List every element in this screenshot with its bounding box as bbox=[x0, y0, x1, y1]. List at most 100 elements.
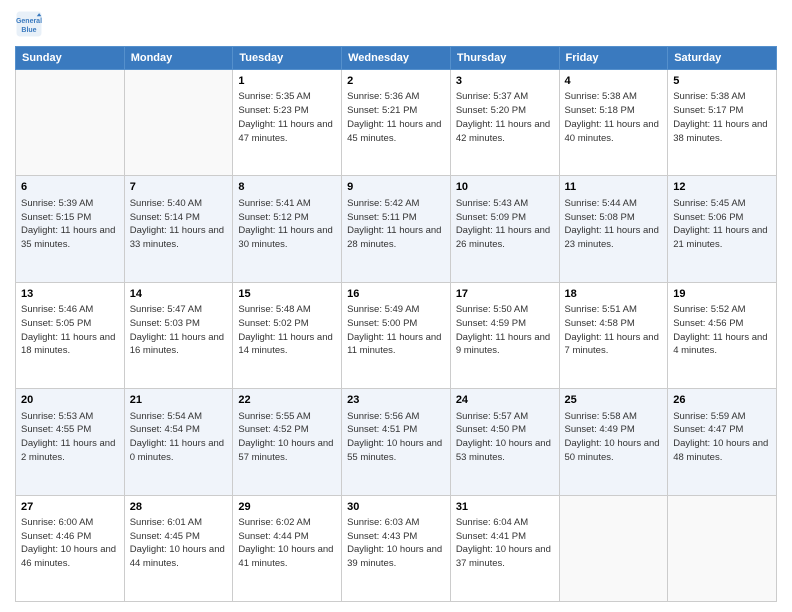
day-number: 4 bbox=[565, 74, 663, 89]
week-row-5: 27Sunrise: 6:00 AM Sunset: 4:46 PM Dayli… bbox=[16, 495, 777, 601]
weekday-header-row: SundayMondayTuesdayWednesdayThursdayFrid… bbox=[16, 47, 777, 70]
day-number: 15 bbox=[238, 287, 336, 302]
week-row-2: 6 Sunrise: 5:39 AM Sunset: 5:15 PM Daylig… bbox=[16, 176, 777, 282]
day-cell: 22 Sunrise: 5:55 AM Sunset: 4:52 PM Dayli… bbox=[233, 389, 342, 495]
calendar: SundayMondayTuesdayWednesdayThursdayFrid… bbox=[15, 46, 777, 602]
day-number: 16 bbox=[347, 287, 445, 302]
day-number: 27 bbox=[21, 500, 119, 515]
day-info: Sunrise: 5:42 AM Sunset: 5:11 PM Dayligh… bbox=[347, 197, 445, 252]
day-cell: 6 Sunrise: 5:39 AM Sunset: 5:15 PM Daylig… bbox=[16, 176, 125, 282]
day-info: Sunrise: 5:40 AM Sunset: 5:14 PM Dayligh… bbox=[130, 197, 228, 252]
day-number: 25 bbox=[565, 393, 663, 408]
day-cell: 11Sunrise: 5:44 AM Sunset: 5:08 PM Dayli… bbox=[559, 176, 668, 282]
weekday-header-tuesday: Tuesday bbox=[233, 47, 342, 70]
day-info: Sunrise: 5:49 AM Sunset: 5:00 PM Dayligh… bbox=[347, 303, 445, 358]
day-info: Sunrise: 5:35 AM Sunset: 5:23 PM Dayligh… bbox=[238, 90, 336, 145]
day-cell: 19Sunrise: 5:52 AM Sunset: 4:56 PM Dayli… bbox=[668, 282, 777, 388]
day-info: Sunrise: 5:47 AM Sunset: 5:03 PM Dayligh… bbox=[130, 303, 228, 358]
weekday-header-friday: Friday bbox=[559, 47, 668, 70]
day-number: 21 bbox=[130, 393, 228, 408]
day-number: 29 bbox=[238, 500, 336, 515]
day-cell: 4Sunrise: 5:38 AM Sunset: 5:18 PM Daylig… bbox=[559, 70, 668, 176]
day-info: Sunrise: 5:50 AM Sunset: 4:59 PM Dayligh… bbox=[456, 303, 554, 358]
day-info: Sunrise: 5:55 AM Sunset: 4:52 PM Dayligh… bbox=[238, 410, 336, 465]
day-cell: 29Sunrise: 6:02 AM Sunset: 4:44 PM Dayli… bbox=[233, 495, 342, 601]
day-info: Sunrise: 5:41 AM Sunset: 5:12 PM Dayligh… bbox=[238, 197, 336, 252]
day-number: 24 bbox=[456, 393, 554, 408]
day-cell: 2Sunrise: 5:36 AM Sunset: 5:21 PM Daylig… bbox=[342, 70, 451, 176]
day-info: Sunrise: 5:44 AM Sunset: 5:08 PM Dayligh… bbox=[565, 197, 663, 252]
day-cell: 16Sunrise: 5:49 AM Sunset: 5:00 PM Dayli… bbox=[342, 282, 451, 388]
day-number: 30 bbox=[347, 500, 445, 515]
day-info: Sunrise: 5:51 AM Sunset: 4:58 PM Dayligh… bbox=[565, 303, 663, 358]
svg-text:General: General bbox=[16, 18, 42, 25]
day-info: Sunrise: 5:43 AM Sunset: 5:09 PM Dayligh… bbox=[456, 197, 554, 252]
day-number: 17 bbox=[456, 287, 554, 302]
header: General Blue bbox=[15, 10, 777, 38]
day-cell bbox=[124, 70, 233, 176]
day-cell: 12Sunrise: 5:45 AM Sunset: 5:06 PM Dayli… bbox=[668, 176, 777, 282]
page: General Blue SundayMondayTuesdayWednesda… bbox=[0, 0, 792, 612]
day-number: 22 bbox=[238, 393, 336, 408]
day-cell: 17Sunrise: 5:50 AM Sunset: 4:59 PM Dayli… bbox=[450, 282, 559, 388]
logo: General Blue bbox=[15, 10, 43, 38]
day-number: 14 bbox=[130, 287, 228, 302]
day-number: 12 bbox=[673, 180, 771, 195]
day-info: Sunrise: 6:02 AM Sunset: 4:44 PM Dayligh… bbox=[238, 516, 336, 571]
day-cell: 1Sunrise: 5:35 AM Sunset: 5:23 PM Daylig… bbox=[233, 70, 342, 176]
day-cell: 7 Sunrise: 5:40 AM Sunset: 5:14 PM Daylig… bbox=[124, 176, 233, 282]
week-row-4: 20 Sunrise: 5:53 AM Sunset: 4:55 PM Dayli… bbox=[16, 389, 777, 495]
day-number: 6 bbox=[21, 180, 119, 195]
day-cell: 23 Sunrise: 5:56 AM Sunset: 4:51 PM Dayli… bbox=[342, 389, 451, 495]
day-cell: 28Sunrise: 6:01 AM Sunset: 4:45 PM Dayli… bbox=[124, 495, 233, 601]
day-cell: 14Sunrise: 5:47 AM Sunset: 5:03 PM Dayli… bbox=[124, 282, 233, 388]
weekday-header-sunday: Sunday bbox=[16, 47, 125, 70]
day-cell: 26 Sunrise: 5:59 AM Sunset: 4:47 PM Dayli… bbox=[668, 389, 777, 495]
day-cell: 30Sunrise: 6:03 AM Sunset: 4:43 PM Dayli… bbox=[342, 495, 451, 601]
day-number: 31 bbox=[456, 500, 554, 515]
day-cell: 21 Sunrise: 5:54 AM Sunset: 4:54 PM Dayli… bbox=[124, 389, 233, 495]
day-number: 5 bbox=[673, 74, 771, 89]
day-cell: 3Sunrise: 5:37 AM Sunset: 5:20 PM Daylig… bbox=[450, 70, 559, 176]
day-info: Sunrise: 5:39 AM Sunset: 5:15 PM Dayligh… bbox=[21, 197, 119, 252]
day-info: Sunrise: 5:56 AM Sunset: 4:51 PM Dayligh… bbox=[347, 410, 445, 465]
day-info: Sunrise: 5:53 AM Sunset: 4:55 PM Dayligh… bbox=[21, 410, 119, 465]
day-info: Sunrise: 6:04 AM Sunset: 4:41 PM Dayligh… bbox=[456, 516, 554, 571]
day-number: 28 bbox=[130, 500, 228, 515]
day-cell bbox=[559, 495, 668, 601]
day-number: 13 bbox=[21, 287, 119, 302]
day-info: Sunrise: 5:58 AM Sunset: 4:49 PM Dayligh… bbox=[565, 410, 663, 465]
day-number: 10 bbox=[456, 180, 554, 195]
day-info: Sunrise: 6:00 AM Sunset: 4:46 PM Dayligh… bbox=[21, 516, 119, 571]
day-number: 20 bbox=[21, 393, 119, 408]
day-cell: 25 Sunrise: 5:58 AM Sunset: 4:49 PM Dayli… bbox=[559, 389, 668, 495]
day-cell: 20 Sunrise: 5:53 AM Sunset: 4:55 PM Dayli… bbox=[16, 389, 125, 495]
day-cell: 5Sunrise: 5:38 AM Sunset: 5:17 PM Daylig… bbox=[668, 70, 777, 176]
day-cell: 8Sunrise: 5:41 AM Sunset: 5:12 PM Daylig… bbox=[233, 176, 342, 282]
day-info: Sunrise: 5:54 AM Sunset: 4:54 PM Dayligh… bbox=[130, 410, 228, 465]
day-info: Sunrise: 5:37 AM Sunset: 5:20 PM Dayligh… bbox=[456, 90, 554, 145]
day-cell: 13Sunrise: 5:46 AM Sunset: 5:05 PM Dayli… bbox=[16, 282, 125, 388]
week-row-3: 13Sunrise: 5:46 AM Sunset: 5:05 PM Dayli… bbox=[16, 282, 777, 388]
day-info: Sunrise: 5:46 AM Sunset: 5:05 PM Dayligh… bbox=[21, 303, 119, 358]
day-number: 9 bbox=[347, 180, 445, 195]
day-info: Sunrise: 5:38 AM Sunset: 5:17 PM Dayligh… bbox=[673, 90, 771, 145]
day-number: 7 bbox=[130, 180, 228, 195]
day-number: 26 bbox=[673, 393, 771, 408]
day-cell: 27Sunrise: 6:00 AM Sunset: 4:46 PM Dayli… bbox=[16, 495, 125, 601]
day-info: Sunrise: 5:48 AM Sunset: 5:02 PM Dayligh… bbox=[238, 303, 336, 358]
day-info: Sunrise: 5:38 AM Sunset: 5:18 PM Dayligh… bbox=[565, 90, 663, 145]
day-number: 2 bbox=[347, 74, 445, 89]
week-row-1: 1Sunrise: 5:35 AM Sunset: 5:23 PM Daylig… bbox=[16, 70, 777, 176]
day-cell bbox=[16, 70, 125, 176]
logo-icon: General Blue bbox=[15, 10, 43, 38]
day-number: 3 bbox=[456, 74, 554, 89]
day-info: Sunrise: 5:59 AM Sunset: 4:47 PM Dayligh… bbox=[673, 410, 771, 465]
weekday-header-thursday: Thursday bbox=[450, 47, 559, 70]
day-cell: 18Sunrise: 5:51 AM Sunset: 4:58 PM Dayli… bbox=[559, 282, 668, 388]
day-cell: 9 Sunrise: 5:42 AM Sunset: 5:11 PM Daylig… bbox=[342, 176, 451, 282]
svg-text:Blue: Blue bbox=[21, 27, 36, 34]
day-cell: 10 Sunrise: 5:43 AM Sunset: 5:09 PM Dayli… bbox=[450, 176, 559, 282]
day-number: 23 bbox=[347, 393, 445, 408]
day-number: 19 bbox=[673, 287, 771, 302]
